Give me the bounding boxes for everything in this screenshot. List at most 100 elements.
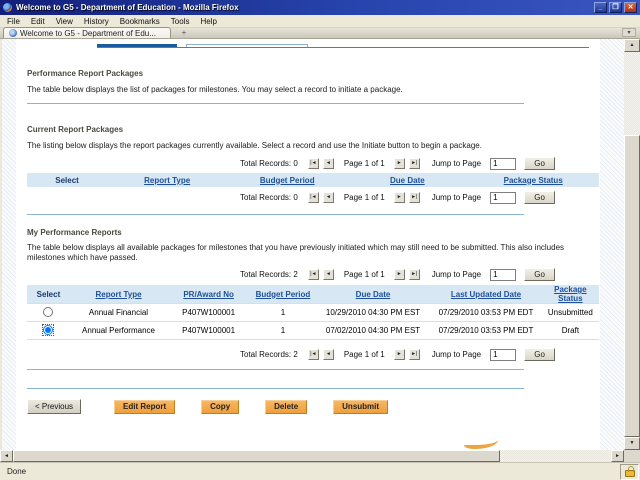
menu-tools[interactable]: Tools [171,17,190,26]
jump-to-page-label: Jump to Page [431,270,482,279]
horizontal-scrollbar[interactable]: ◄ ► [0,450,624,462]
section-divider [27,388,524,389]
menu-view[interactable]: View [56,17,73,26]
column-last-updated-date[interactable]: Last Updated Date [451,290,521,299]
first-page-button[interactable]: |◄ [307,158,319,169]
page-indicator: Page 1 of 1 [343,270,385,279]
jump-to-page-input[interactable] [490,157,517,170]
total-records: Total Records: 2 [240,270,298,279]
menu-edit[interactable]: Edit [31,17,45,26]
select-radio[interactable] [43,306,54,317]
lock-icon[interactable] [624,465,635,477]
browser-tab[interactable]: Welcome to G5 - Department of Edu... [3,27,171,38]
next-page-button[interactable]: ► [393,192,405,203]
pagination-bar-myreports-top: Total Records: 2 |◄ ◄ Page 1 of 1 ► ►| J… [240,268,589,281]
first-page-button[interactable]: |◄ [307,192,319,203]
scrollbar-corner [624,450,640,462]
current-packages-description: The listing below displays the report pa… [27,141,482,150]
menu-help[interactable]: Help [200,17,216,26]
page-content: Award List Performance Report List Perfo… [16,39,600,450]
horizontal-scroll-thumb[interactable] [13,450,500,462]
page-indicator: Page 1 of 1 [343,159,385,168]
table-row: Annual Performance P407W100001 1 07/02/2… [27,321,599,340]
next-page-button[interactable]: ► [393,158,405,169]
previous-page-button[interactable]: ◄ [322,269,334,280]
section-divider [27,103,524,104]
last-page-button[interactable]: ►| [408,158,420,169]
cell-due-date: 10/29/2010 04:30 PM EST [315,303,431,322]
select-radio[interactable] [42,323,55,336]
column-package-status[interactable]: Package Status [554,285,586,303]
new-tab-button[interactable]: + [176,28,192,37]
table-row: Annual Financial P407W100001 1 10/29/201… [27,303,599,322]
unsubmit-button[interactable]: Unsubmit [333,399,389,414]
previous-page-button[interactable]: ◄ [322,192,334,203]
scroll-down-button[interactable]: ▼ [624,437,640,450]
jump-to-page-input[interactable] [490,191,517,204]
last-page-button[interactable]: ►| [408,269,420,280]
page-viewport: Award List Performance Report List Perfo… [0,39,640,450]
go-button[interactable]: Go [524,348,556,361]
page-tab-bar: Award List Performance Report List [97,39,589,48]
jump-to-page-label: Jump to Page [431,159,482,168]
total-records: Total Records: 2 [240,350,298,359]
total-records: Total Records: 0 [240,193,298,202]
cell-budget-period: 1 [250,303,316,322]
total-records: Total Records: 0 [240,159,298,168]
last-page-button[interactable]: ►| [408,192,420,203]
menu-bookmarks[interactable]: Bookmarks [120,17,160,26]
go-button[interactable]: Go [524,191,556,204]
vertical-scrollbar[interactable]: ▲ ▼ [624,39,640,450]
close-button[interactable]: ✕ [624,2,637,13]
scroll-up-button[interactable]: ▲ [624,39,640,52]
column-due-date[interactable]: Due Date [356,290,391,299]
next-page-button[interactable]: ► [393,349,405,360]
page-indicator: Page 1 of 1 [343,350,385,359]
my-reports-heading: My Performance Reports [27,228,122,237]
last-page-button[interactable]: ►| [408,349,420,360]
delete-button[interactable]: Delete [265,399,308,414]
current-packages-table: Select Report Type Budget Period Due Dat… [27,173,599,187]
cell-due-date: 07/02/2010 04:30 PM EST [315,321,431,340]
section-divider [27,214,524,215]
menu-file[interactable]: File [7,17,20,26]
menu-history[interactable]: History [84,17,109,26]
browser-tab-strip: Welcome to G5 - Department of Edu... + ▾ [0,27,640,39]
cell-pr-award-no: P407W100001 [167,321,251,340]
column-due-date[interactable]: Due Date [390,176,425,185]
first-page-button[interactable]: |◄ [307,269,319,280]
vertical-scroll-thumb[interactable] [624,135,640,437]
previous-page-button[interactable]: ◄ [322,158,334,169]
go-button[interactable]: Go [524,268,556,281]
column-package-status[interactable]: Package Status [504,176,563,185]
report-packages-description: The table below displays the list of pac… [27,85,403,94]
column-budget-period[interactable]: Budget Period [260,176,315,185]
jump-to-page-input[interactable] [490,268,517,281]
previous-page-button[interactable]: ◄ [322,349,334,360]
pagination-bar-current-bottom: Total Records: 0 |◄ ◄ Page 1 of 1 ► ►| J… [240,191,589,204]
tab-award-list[interactable]: Award List [97,44,177,47]
minimize-button[interactable]: _ [594,2,607,13]
tab-list-dropdown-icon[interactable]: ▾ [622,28,636,37]
next-page-button[interactable]: ► [393,269,405,280]
first-page-button[interactable]: |◄ [307,349,319,360]
column-report-type[interactable]: Report Type [144,176,190,185]
column-pr-award-no[interactable]: PR/Award No [183,290,234,299]
cell-package-status: Unsubmitted [541,303,599,322]
security-panel [620,463,639,480]
scroll-right-button[interactable]: ► [611,450,624,462]
copy-button[interactable]: Copy [201,399,240,414]
go-button[interactable]: Go [524,157,556,170]
cell-budget-period: 1 [250,321,316,340]
scroll-left-button[interactable]: ◄ [0,450,13,462]
column-budget-period[interactable]: Budget Period [256,290,311,299]
jump-to-page-input[interactable] [490,348,517,361]
cell-last-updated: 07/29/2010 03:53 PM EDT [430,321,542,340]
edit-report-button[interactable]: Edit Report [114,399,176,414]
column-report-type[interactable]: Report Type [95,290,141,299]
tab-performance-report-list[interactable]: Performance Report List [186,44,308,47]
previous-button[interactable]: < Previous [27,399,82,414]
restore-button[interactable]: ❐ [609,2,622,13]
table-header-row: Select Report Type Budget Period Due Dat… [27,173,599,187]
firefox-icon [3,3,12,12]
